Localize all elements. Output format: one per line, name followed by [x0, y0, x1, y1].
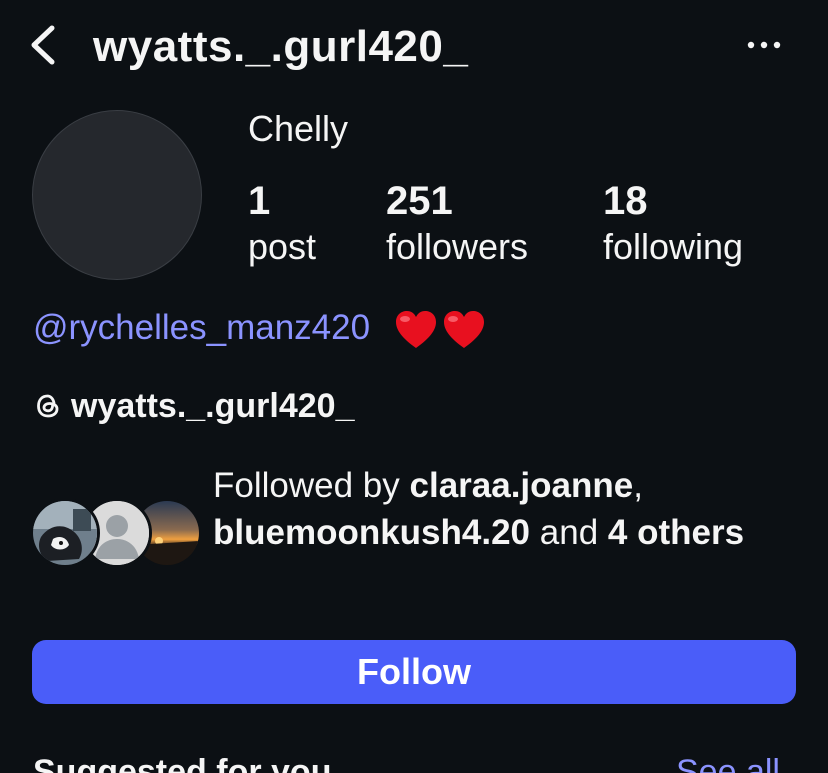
bio-mention-link[interactable]: @rychelles_manz420: [33, 308, 370, 347]
followers-count: 251: [386, 179, 453, 223]
followed-by-connector: and: [539, 513, 599, 552]
threads-username: wyatts._.gurl420_: [71, 386, 355, 425]
mutual-user-2: bluemoonkush4.20: [213, 513, 531, 552]
profile-avatar[interactable]: [32, 110, 202, 280]
bio-emoji: [394, 310, 486, 350]
others-label: others: [637, 513, 745, 552]
red-heart-icon: [395, 310, 436, 348]
followed-by-text[interactable]: Followed by claraa.joanne, bluemoonkush4…: [213, 462, 773, 556]
back-button[interactable]: [22, 20, 66, 70]
posts-stat[interactable]: 1 post: [248, 178, 316, 270]
profile-username-title: wyatts._.gurl420_: [93, 22, 469, 71]
followers-label: followers: [386, 226, 529, 267]
following-stat[interactable]: 18 following: [603, 178, 743, 270]
red-heart-icon: [443, 310, 484, 348]
bio-mention-line: @rychelles_manz420: [33, 306, 486, 350]
others-count: 4: [607, 513, 628, 552]
follow-button[interactable]: Follow: [32, 640, 796, 704]
posts-count: 1: [248, 179, 271, 223]
threads-icon: [37, 394, 59, 418]
mutual-user-1: claraa.joanne: [409, 466, 634, 505]
following-count: 18: [603, 179, 648, 223]
mutual-avatar-photo: [30, 498, 100, 568]
chevron-left-icon: [31, 25, 55, 65]
mutual-followers-avatars[interactable]: [30, 498, 202, 568]
posts-label: post: [248, 226, 317, 267]
threads-profile-link[interactable]: wyatts._.gurl420_: [33, 384, 354, 428]
suggested-for-you-heading: Suggested for you: [33, 753, 332, 773]
ellipsis-horizontal-icon: [747, 41, 781, 49]
following-label: following: [603, 226, 744, 267]
profile-page: wyatts._.gurl420_ Chelly 1 post 251 foll…: [0, 0, 828, 773]
profile-display-name: Chelly: [248, 108, 349, 149]
more-options-button[interactable]: [742, 28, 788, 62]
see-all-link[interactable]: See all: [676, 752, 780, 773]
followed-by-prefix: Followed by: [213, 466, 400, 505]
followers-stat[interactable]: 251 followers: [386, 178, 528, 270]
